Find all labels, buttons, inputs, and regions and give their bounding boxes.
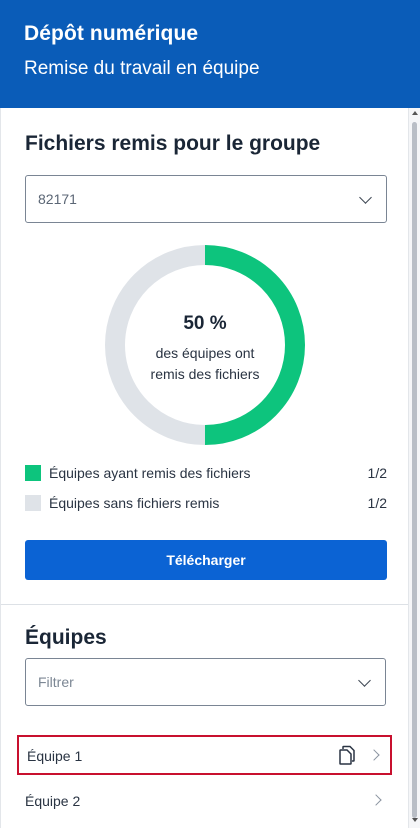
app-header: Dépôt numérique Remise du travail en équ…	[0, 0, 420, 108]
team-row-2[interactable]: Équipe 2	[17, 782, 392, 822]
legend-swatch-submitted	[25, 465, 41, 481]
donut-caption: des équipes ont remis des fichiers	[150, 345, 260, 382]
scroll-down-arrow-icon[interactable]	[412, 818, 418, 822]
legend-swatch-not-submitted	[25, 495, 41, 511]
legend-label: Équipes sans fichiers remis	[49, 495, 220, 511]
app-subtitle: Remise du travail en équipe	[24, 58, 260, 79]
chevron-down-icon	[359, 191, 372, 204]
legend-count: 1/2	[367, 465, 387, 481]
donut-percent: 50 %	[183, 313, 227, 334]
chevron-down-icon	[358, 674, 371, 687]
scrollbar[interactable]	[408, 108, 420, 828]
team-filter-placeholder: Filtrer	[38, 674, 74, 690]
submission-donut-chart: 50 % des équipes ont remis des fichiers	[105, 245, 305, 445]
app-title: Dépôt numérique	[24, 22, 199, 45]
team-name: Équipe 1	[27, 748, 83, 764]
legend-item-not-submitted: Équipes sans fichiers remis 1/2	[25, 493, 387, 515]
file-icon	[339, 745, 355, 765]
scroll-up-arrow-icon[interactable]	[412, 111, 418, 115]
scrollbar-thumb[interactable]	[412, 122, 417, 818]
team-name: Équipe 2	[25, 793, 81, 809]
submitted-files-heading: Fichiers remis pour le groupe	[25, 132, 321, 155]
group-select-value: 82171	[38, 191, 77, 207]
group-select[interactable]: 82171	[25, 175, 387, 223]
legend-count: 1/2	[367, 495, 387, 511]
main-panel: Fichiers remis pour le groupe 82171 50 %…	[0, 108, 408, 828]
chevron-right-icon	[370, 794, 382, 806]
section-divider	[1, 604, 408, 605]
legend-item-submitted: Équipes ayant remis des fichiers 1/2	[25, 463, 387, 485]
team-row-1[interactable]: Équipe 1	[17, 735, 392, 775]
team-filter-select[interactable]: Filtrer	[25, 658, 386, 706]
download-button[interactable]: Télécharger	[25, 540, 387, 580]
teams-heading: Équipes	[25, 626, 107, 649]
legend-label: Équipes ayant remis des fichiers	[49, 465, 251, 481]
chevron-right-icon	[368, 749, 380, 761]
